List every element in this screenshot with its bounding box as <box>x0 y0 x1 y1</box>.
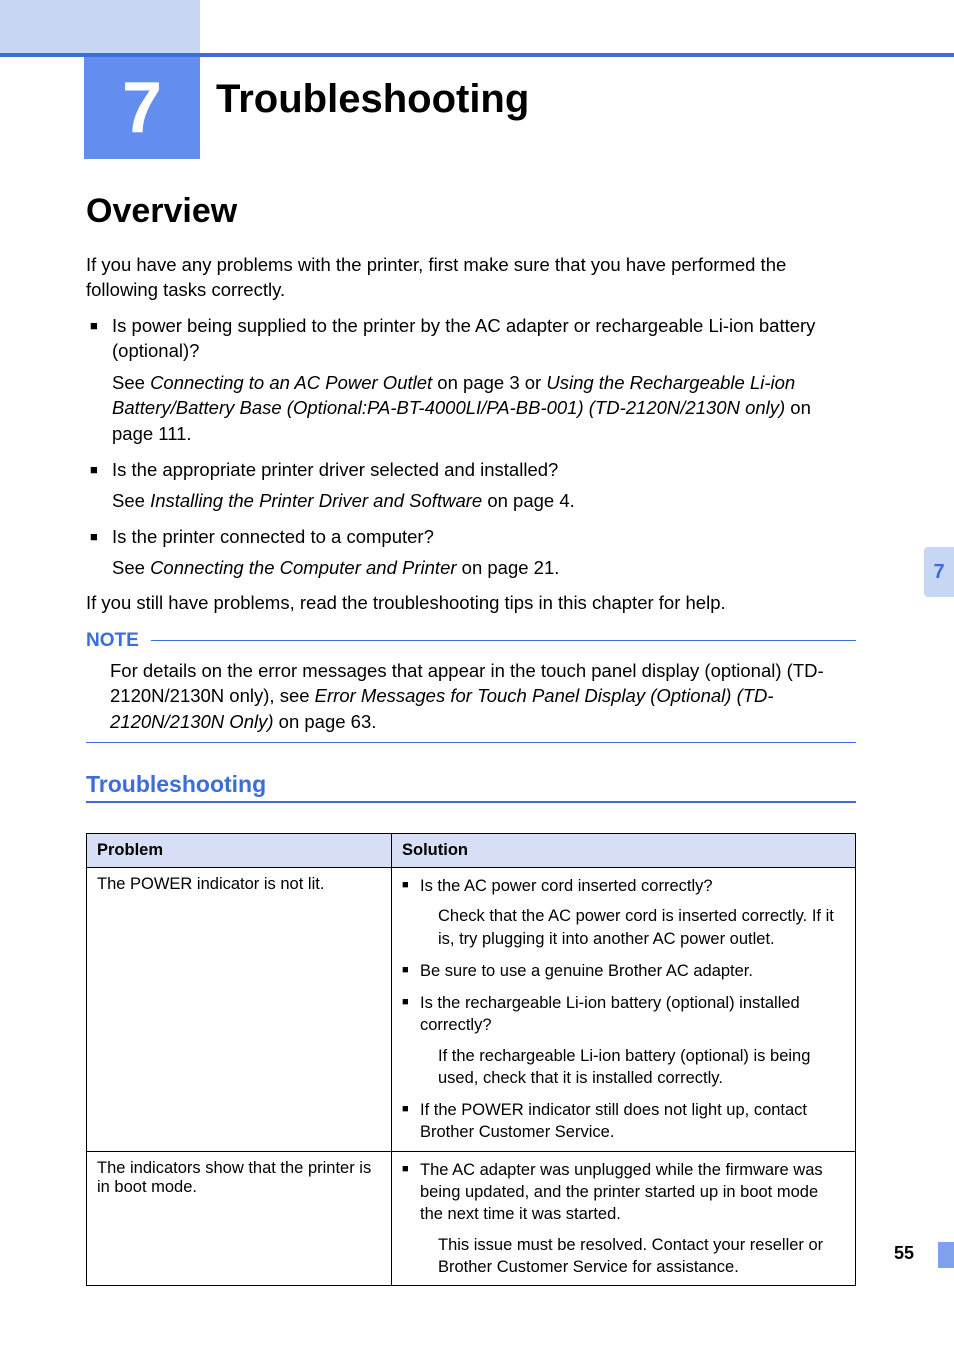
checklist-question: Is the printer connected to a computer? <box>112 526 434 547</box>
checklist-question: Is power being supplied to the printer b… <box>112 315 815 362</box>
table-row: The POWER indicator is not lit. Is the A… <box>87 868 856 1152</box>
table-header-solution: Solution <box>392 834 856 868</box>
checklist-item: Is the appropriate printer driver select… <box>112 457 856 514</box>
solution-text: If the POWER indicator still does not li… <box>420 1101 807 1141</box>
problem-cell: The POWER indicator is not lit. <box>87 868 392 1152</box>
ref-link[interactable]: Installing the Printer Driver and Softwa… <box>150 490 482 511</box>
ref-text: See <box>112 557 150 578</box>
corner-mark <box>938 1242 954 1268</box>
ref-link[interactable]: Connecting to an AC Power Outlet <box>150 372 432 393</box>
note-rule <box>86 742 856 743</box>
checklist-question: Is the appropriate printer driver select… <box>112 459 558 480</box>
overview-intro: If you have any problems with the printe… <box>86 253 856 303</box>
solution-sub: This issue must be resolved. Contact you… <box>438 1234 845 1279</box>
note-label: NOTE <box>86 630 139 652</box>
solution-sub: If the rechargeable Li-ion battery (opti… <box>438 1045 845 1090</box>
solution-text: Is the rechargeable Li-ion battery (opti… <box>420 994 800 1034</box>
note-text: on page 63. <box>274 711 377 732</box>
note-rule <box>151 640 856 641</box>
solution-bullet: Be sure to use a genuine Brother AC adap… <box>420 960 845 982</box>
chapter-number-box: 7 <box>84 57 200 159</box>
problem-cell: The indicators show that the printer is … <box>87 1151 392 1285</box>
checklist-item: Is the printer connected to a computer? … <box>112 524 856 581</box>
checklist-ref: See Connecting to an AC Power Outlet on … <box>112 370 856 447</box>
ref-text: on page 4. <box>482 490 575 511</box>
solution-text: The AC adapter was unplugged while the f… <box>420 1161 823 1224</box>
ref-text: See <box>112 372 150 393</box>
checklist-item: Is power being supplied to the printer b… <box>112 313 856 447</box>
solution-cell: The AC adapter was unplugged while the f… <box>392 1151 856 1285</box>
checklist-ref: See Connecting the Computer and Printer … <box>112 555 856 581</box>
solution-bullet: If the POWER indicator still does not li… <box>420 1099 845 1144</box>
solution-sub: Check that the AC power cord is inserted… <box>438 905 845 950</box>
ref-text: on page 3 or <box>432 372 546 393</box>
section-tab: 7 <box>924 547 954 597</box>
header-accent <box>0 0 200 57</box>
chapter-title: Troubleshooting <box>216 77 529 122</box>
solution-text: Be sure to use a genuine Brother AC adap… <box>420 962 753 980</box>
solution-text: Is the AC power cord inserted correctly? <box>420 877 713 895</box>
table-header-problem: Problem <box>87 834 392 868</box>
note-body: For details on the error messages that a… <box>86 658 856 735</box>
checklist-ref: See Installing the Printer Driver and So… <box>112 488 856 514</box>
solution-bullet: The AC adapter was unplugged while the f… <box>420 1159 845 1278</box>
troubleshooting-subheading: Troubleshooting <box>86 771 856 803</box>
ref-link[interactable]: Connecting the Computer and Printer <box>150 557 456 578</box>
page-number: 55 <box>894 1243 914 1264</box>
solution-cell: Is the AC power cord inserted correctly?… <box>392 868 856 1152</box>
solution-bullet: Is the AC power cord inserted correctly?… <box>420 875 845 950</box>
ref-text: See <box>112 490 150 511</box>
overview-closing: If you still have problems, read the tro… <box>86 591 856 616</box>
ref-text: on page 21. <box>457 557 560 578</box>
table-row: The indicators show that the printer is … <box>87 1151 856 1285</box>
note-block: NOTE For details on the error messages t… <box>86 630 856 744</box>
overview-heading: Overview <box>86 192 856 231</box>
solution-bullet: Is the rechargeable Li-ion battery (opti… <box>420 992 845 1089</box>
troubleshooting-table: Problem Solution The POWER indicator is … <box>86 833 856 1286</box>
